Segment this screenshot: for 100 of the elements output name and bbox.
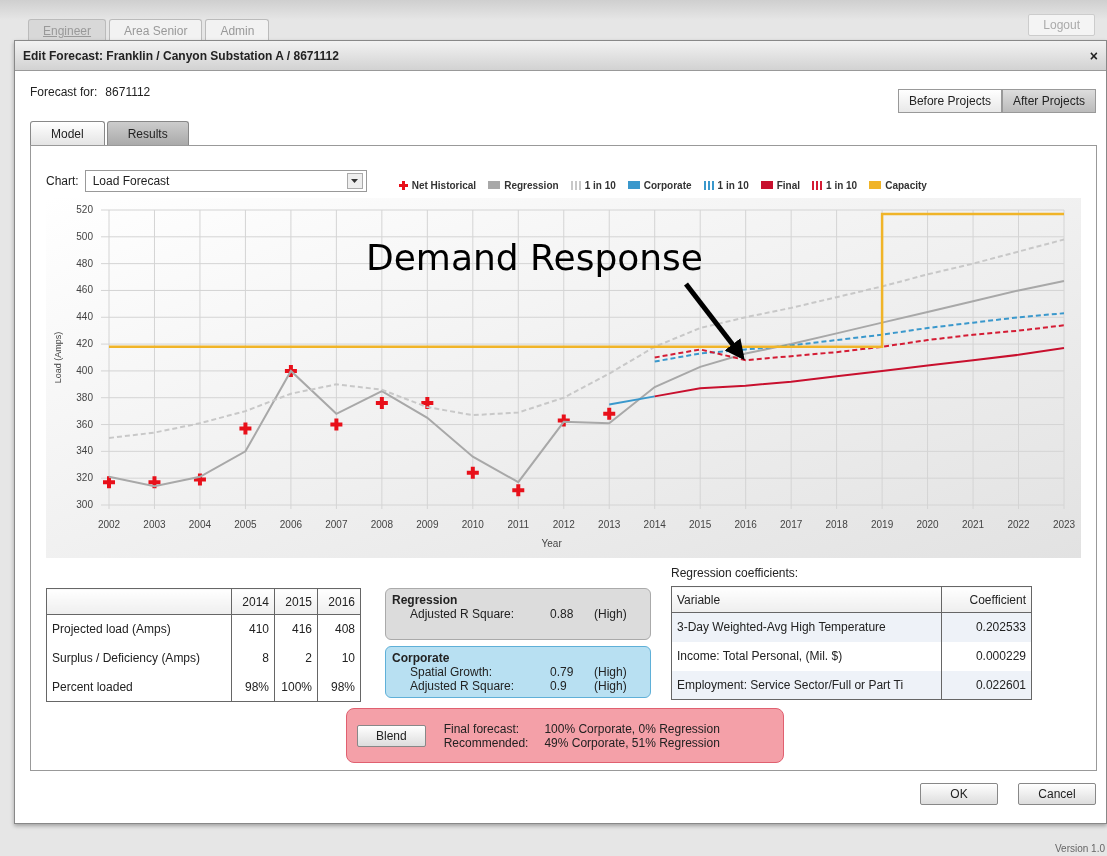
y-tick-label: 360: [76, 418, 93, 430]
x-tick-label: 2021: [961, 519, 985, 530]
x-tick-label: 2016: [734, 519, 757, 530]
x-tick-label: 2020: [916, 519, 939, 530]
chart-dropdown[interactable]: Load Forecast: [84, 170, 367, 192]
data-point: [284, 364, 297, 377]
table-cell: 98%: [317, 672, 361, 702]
legend-label: Corporate: [643, 179, 692, 191]
tab[interactable]: Model: [30, 121, 105, 145]
stat-rating: (High): [594, 679, 628, 693]
x-tick-label: 2018: [825, 519, 848, 530]
row-label: Surplus / Deficiency (Amps): [46, 643, 232, 673]
table-cell: 98%: [231, 672, 275, 702]
chart-label: Chart:: [46, 174, 79, 188]
projects-toggle-button[interactable]: Before Projects: [897, 89, 1002, 113]
variable-cell: Income: Total Personal, (Mil. $): [671, 641, 942, 671]
forecast-for-value: 8671112: [105, 85, 151, 99]
stat-value: 0.9: [550, 679, 568, 693]
coefficient-cell: 0.022601: [941, 670, 1032, 700]
dialog-button[interactable]: Cancel: [1018, 783, 1096, 805]
coefficient-cell: 0.202533: [941, 612, 1032, 642]
x-tick-label: 2015: [689, 519, 712, 530]
swatch-icon: [760, 181, 773, 189]
legend-label: 1 in 10: [584, 179, 616, 191]
data-point: [148, 476, 161, 489]
legend-label: 1 in 10: [717, 179, 749, 191]
x-tick-label: 2011: [507, 519, 530, 530]
cross-icon: [398, 180, 408, 190]
dialog-button[interactable]: OK: [920, 783, 998, 805]
swatch-icon: [869, 181, 882, 189]
x-tick-label: 2003: [143, 519, 166, 530]
stat-label: Adjusted R Square:: [410, 607, 516, 621]
x-tick-label: 2014: [643, 519, 666, 530]
y-tick-label: 440: [76, 311, 93, 323]
x-axis-title: Year: [541, 538, 562, 549]
column-header: Variable: [671, 586, 942, 613]
legend-label: Regression: [504, 179, 559, 191]
data-point: [375, 397, 388, 410]
x-tick-label: 2006: [279, 519, 303, 530]
row-label: Percent loaded: [46, 672, 232, 702]
row-label: Projected load (Amps): [46, 614, 232, 644]
caret-icon: [351, 179, 359, 183]
legend-label: Final: [776, 179, 801, 191]
table-cell: 8: [231, 643, 275, 673]
tab[interactable]: Results: [106, 121, 189, 145]
stat-rating: (High): [594, 607, 628, 621]
annotation-label: Demand Response: [366, 237, 703, 278]
data-point: [421, 397, 434, 410]
column-header: 2016: [317, 588, 361, 615]
column-header: 2015: [274, 588, 318, 615]
column-header: Coefficient: [941, 586, 1032, 613]
blend-value: 49% Corporate, 51% Regression: [544, 735, 720, 750]
box-title: Corporate: [392, 651, 451, 665]
legend-label: 1 in 10: [826, 179, 858, 191]
x-tick-label: 2007: [325, 519, 348, 530]
y-tick-label: 420: [76, 338, 93, 350]
close-button[interactable]: ×: [1089, 47, 1098, 64]
stat-value: 0.79: [550, 665, 575, 679]
variable-cell: Employment: Service Sector/Full or Part Ti: [671, 670, 942, 700]
version-label: Version 1.0: [1054, 843, 1106, 856]
y-tick-label: 400: [76, 364, 93, 376]
data-point: [103, 476, 115, 489]
table-cell: 410: [231, 614, 275, 644]
stat-rating: (High): [594, 665, 628, 679]
coefficient-cell: 0.000229: [941, 641, 1032, 671]
table-cell: 10: [317, 643, 361, 673]
blend-button[interactable]: Blend: [357, 724, 426, 747]
x-tick-label: 2010: [461, 519, 484, 530]
swatch-icon: [627, 181, 640, 189]
table-cell: 416: [274, 614, 318, 644]
x-tick-label: 2004: [188, 519, 212, 530]
variable-cell: 3-Day Weighted-Avg High Temperature: [671, 612, 942, 642]
x-tick-label: 2005: [234, 519, 257, 530]
y-tick-label: 300: [76, 499, 93, 510]
y-tick-label: 320: [76, 472, 93, 484]
data-point: [557, 414, 570, 427]
x-tick-label: 2002: [97, 519, 121, 530]
data-point: [512, 484, 525, 497]
forecast-for-label: Forecast for:: [30, 85, 98, 99]
y-axis-title: Load (Amps): [53, 331, 63, 384]
table-cell: 2: [274, 643, 318, 673]
legend-label: Capacity: [885, 179, 927, 191]
x-tick-label: 2022: [1007, 519, 1030, 530]
data-point: [193, 473, 206, 486]
data-point: [603, 407, 616, 420]
data-point: [330, 418, 343, 431]
table-cell: 408: [317, 614, 361, 644]
projects-toggle-button[interactable]: After Projects: [1001, 89, 1096, 113]
stat-label: Adjusted R Square:: [410, 679, 516, 693]
y-tick-label: 500: [76, 230, 93, 242]
y-tick-label: 520: [76, 204, 93, 215]
y-tick-label: 380: [76, 391, 93, 403]
blend-label: Recommended:: [443, 735, 529, 750]
x-tick-label: 2019: [870, 519, 894, 530]
dash-swatch-icon: [703, 180, 714, 190]
dialog-title: Edit Forecast: Franklin / Canyon Substation A / 8671112: [23, 48, 339, 63]
x-tick-label: 2008: [370, 519, 393, 530]
stat-label: Spatial Growth:: [410, 665, 494, 679]
blend-value: 100% Corporate, 0% Regression: [544, 721, 720, 736]
x-tick-label: 2012: [552, 519, 575, 530]
